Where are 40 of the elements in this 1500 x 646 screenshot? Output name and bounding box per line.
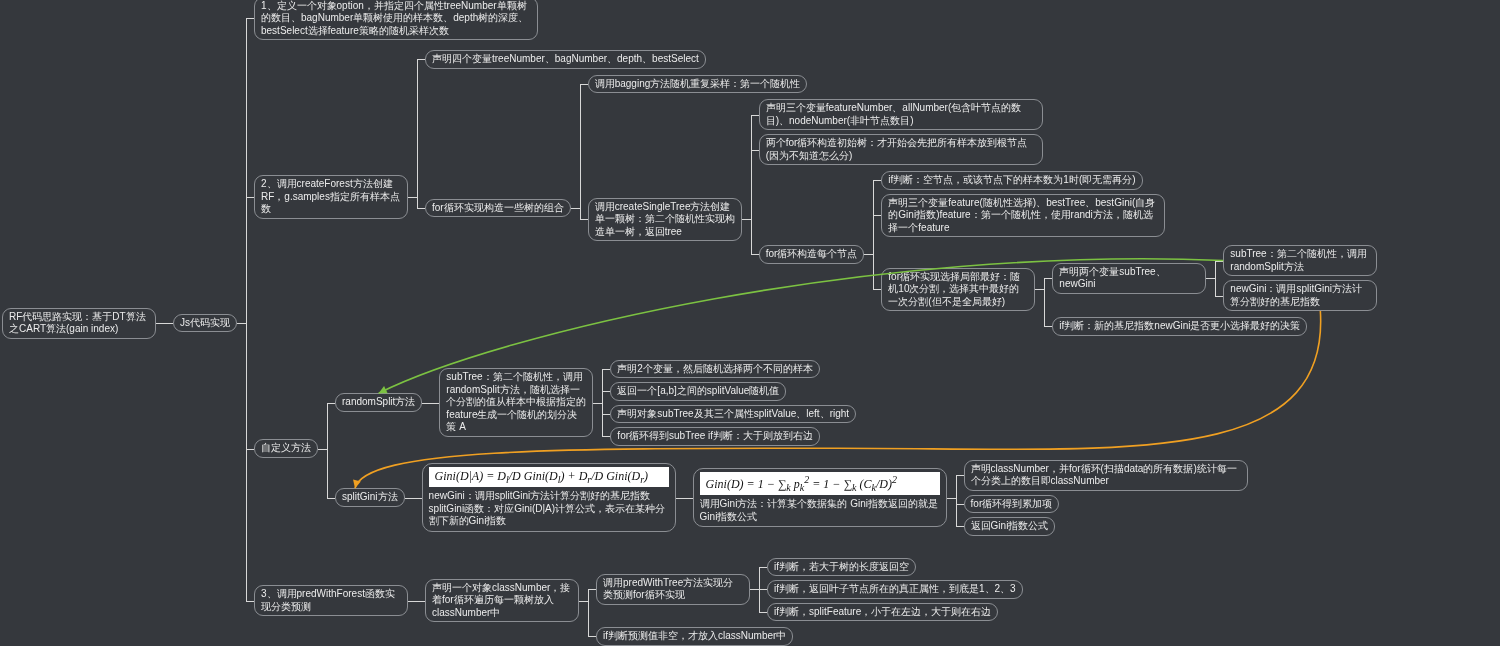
topic-node: 声明classNumber，并for循环(扫描data的所有数据)统计每一个分类上的数目即classNumber <box>963 459 1248 491</box>
topic-node: splitGini方法 <box>335 488 405 507</box>
topic-node: 调用predWithTree方法实现分类预测for循环实现 <box>596 573 750 605</box>
topic-node: if判断：空节点，或该节点下的样本数为1时(即无需再分) <box>881 171 1143 190</box>
topic-node: if判断预测值非空，才放入classNumber中 <box>596 627 794 646</box>
topic-node: 声明对象subTree及其三个属性splitValue、left、right <box>610 404 857 423</box>
topic-node: for循环构造每个节点 <box>758 245 865 264</box>
topic-node: subTree：第二个随机性，调用randomSplit方法 <box>1223 245 1378 276</box>
topic-node: for循环得到subTree if判断：大于则放到右边 <box>610 427 821 446</box>
formula: Gini(D|A) = D$_{l}$/D Gini(D$_{l}$) + D$_{r}$/D Gini(D$_{r}$) <box>428 467 669 488</box>
topic-node: 3、调用predWithForest函数实现分类预测 <box>254 585 408 616</box>
topic-node: if判断，splitFeature，小于在左边，大于则在右边 <box>767 602 999 621</box>
topic-node: 声明2个变量，然后随机选择两个不同的样本 <box>610 359 820 378</box>
topic-node: Js代码实现 <box>173 313 237 333</box>
topic-node: for循环实现构造一些树的组合 <box>425 198 571 218</box>
node-text: newGini：调用splitGini方法计算分割好的基尼指数splitGini函数：对应Gini(D|A)计算公式，表示在某种分割下新的Gini指数 <box>428 490 667 528</box>
topic-node: 1、定义一个对象option，并指定四个属性treeNumber单颗树的数目、bagNumber单颗树使用的样本数、depth树的深度、bestSelect选择feature策略的随机采样次数 <box>254 0 538 40</box>
topic-node: randomSplit方法 <box>335 393 423 412</box>
topic-node: 两个for循环构造初始树：才开始会先把所有样本放到根节点(因为不知道怎么分) <box>758 134 1043 165</box>
topic-node: if判断，若大于树的长度返回空 <box>767 557 916 576</box>
topic-node: subTree：第二个随机性，调用randomSplit方法，随机选择一个分割的值从样本中根据指定的feature生成一个随机的划分决策 A <box>439 368 594 437</box>
topic-node: 2、调用createForest方法创建RF，g.samples指定所有样本点数 <box>254 175 408 219</box>
topic-node: if判断：新的基尼指数newGini是否更小选择最好的决策 <box>1052 317 1308 336</box>
topic-node: 声明三个变量feature(随机性选择)、bestTree、bestGini(自身的Gini指数)feature：第一个随机性，使用randi方法，随机选择一个feature <box>881 193 1166 237</box>
topic-node: 返回Gini指数公式 <box>963 517 1056 536</box>
topic-node: for循环得到累加项 <box>963 494 1060 513</box>
topic-node: 调用bagging方法随机重复采样：第一个随机性 <box>587 74 808 93</box>
topic-node: 自定义方法 <box>254 439 318 458</box>
topic-node: 声明三个变量featureNumber、allNumber(包含叶节点的数目)、nodeNumber(非叶节点数目) <box>758 99 1043 130</box>
topic-node: 返回一个[a,b]之间的splitValue随机值 <box>610 382 787 401</box>
topic-node: RF代码思路实现：基于DT算法之CART算法(gain index) <box>2 307 156 339</box>
topic-node: for循环实现选择局部最好：随机10次分割，选择其中最好的一次分割(但不是全局最好) <box>881 267 1036 311</box>
topic-node: 声明两个变量subTree、newGini <box>1052 262 1207 294</box>
topic-node: 调用createSingleTree方法创建单一颗树：第二个随机性实现构造单一树，返回tree <box>587 197 742 241</box>
topic-node: 声明四个变量treeNumber、bagNumber、depth、bestSelect <box>425 50 706 69</box>
topic-node: newGini：调用splitGini方法计算分割好的基尼指数 <box>1223 280 1378 311</box>
formula: Gini(D) = 1 − ∑$_{k}$ p$_{k}$$^{2}$ = 1 − ∑$_{k}$ (C$_{k}$/D)$^{2}$ <box>699 471 940 496</box>
node-text: 调用Gini方法：计算某个数据集的 Gini指数返回的就是Gini指数公式 <box>699 498 939 524</box>
topic-node: if判断，返回叶子节点所在的真正属性，到底是1、2、3 <box>767 580 1023 599</box>
topic-node: 声明一个对象classNumber，接着for循环遍历每一颗树放入classNumber中 <box>425 578 579 623</box>
